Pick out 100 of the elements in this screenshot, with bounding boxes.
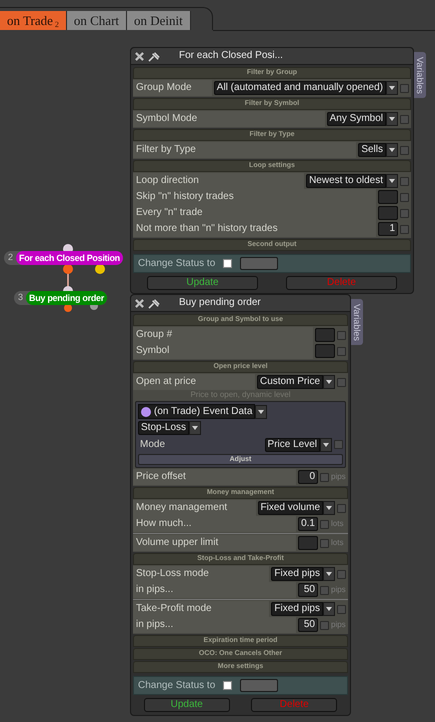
checkbox[interactable] xyxy=(400,146,409,154)
update-button[interactable]: Update xyxy=(144,698,230,712)
input-field[interactable]: 50 xyxy=(298,583,318,597)
checkbox[interactable] xyxy=(337,504,346,512)
node-number: 3 xyxy=(18,291,24,304)
node-label: For each Closed Position xyxy=(16,251,123,265)
select-field[interactable]: Fixed pips xyxy=(271,567,323,581)
checkbox[interactable] xyxy=(320,586,329,594)
caret-icon xyxy=(192,426,198,430)
checkbox[interactable] xyxy=(400,84,409,92)
checkbox[interactable] xyxy=(337,330,346,340)
field-label: Group # xyxy=(133,327,313,343)
field-label: Group Mode xyxy=(133,80,212,96)
checkbox[interactable] xyxy=(400,192,409,202)
input-field[interactable] xyxy=(315,328,335,342)
pin-icon[interactable] xyxy=(148,50,161,62)
input-port-icon[interactable] xyxy=(63,286,73,291)
dropdown-button[interactable] xyxy=(386,112,398,126)
field-label: Open at price xyxy=(133,374,255,390)
caret-icon xyxy=(323,442,329,446)
select-field[interactable]: Custom Price xyxy=(256,375,323,389)
window-side-tab[interactable]: Variables xyxy=(351,299,363,345)
checkbox[interactable] xyxy=(400,176,409,186)
field-label: Filter by Type xyxy=(133,142,356,158)
dropdown-button[interactable] xyxy=(323,567,335,581)
pin-icon[interactable] xyxy=(148,298,161,308)
input-field[interactable]: 0.1 xyxy=(298,517,318,531)
field-label: Take-Profit mode xyxy=(133,601,270,617)
checkbox[interactable] xyxy=(320,520,329,528)
dropdown-button[interactable] xyxy=(386,174,398,188)
close-icon[interactable] xyxy=(135,298,144,308)
dropdown-button[interactable] xyxy=(386,143,398,157)
status-checkbox[interactable] xyxy=(223,259,232,268)
dropdown-button[interactable] xyxy=(323,375,335,389)
status-color-field[interactable] xyxy=(240,679,278,692)
output-port-icon[interactable] xyxy=(95,264,105,274)
caret-icon xyxy=(389,148,395,152)
field-label: Money management xyxy=(133,500,256,516)
status-checkbox[interactable] xyxy=(223,681,232,690)
input-field[interactable]: 1 xyxy=(378,222,398,236)
tab[interactable]: on Deinit xyxy=(127,11,191,30)
checkbox[interactable] xyxy=(337,570,346,578)
checkbox[interactable] xyxy=(320,472,329,482)
window-side-tab[interactable]: Variables xyxy=(414,52,426,98)
select-field[interactable]: Fixed volume xyxy=(258,501,323,515)
caret-icon xyxy=(389,179,395,183)
dropdown-button[interactable] xyxy=(323,501,335,515)
field-label: Symbol Mode xyxy=(133,111,325,127)
checkbox[interactable] xyxy=(320,620,329,630)
input-field[interactable] xyxy=(298,536,318,550)
node-label: Buy pending order xyxy=(26,291,107,305)
dropdown-button[interactable] xyxy=(320,438,332,452)
select-field[interactable]: Price Level xyxy=(264,438,320,452)
input-port-icon[interactable] xyxy=(63,244,73,251)
select-field[interactable]: Stop-Loss xyxy=(138,421,190,435)
tab[interactable]: on Trade$_{2}$ xyxy=(0,11,67,30)
input-field[interactable] xyxy=(315,344,335,358)
checkbox[interactable] xyxy=(334,440,343,449)
field-label: Symbol xyxy=(133,343,313,359)
select-field[interactable]: (on Trade) Event Data xyxy=(138,404,256,419)
field-label: in pips... xyxy=(133,617,296,633)
tab[interactable]: on Chart xyxy=(66,11,128,30)
select-field[interactable]: Sells xyxy=(358,143,386,157)
status-label: Change Status to xyxy=(138,680,216,692)
field-label: Every "n" trade xyxy=(133,205,376,221)
checkbox[interactable] xyxy=(400,114,409,124)
select-field[interactable]: Any Symbol xyxy=(326,112,386,126)
caret-icon xyxy=(326,506,332,510)
checkbox[interactable] xyxy=(337,378,346,386)
field-label: Mode xyxy=(139,438,166,450)
checkbox[interactable] xyxy=(320,538,329,548)
close-icon[interactable] xyxy=(135,52,144,60)
dropdown-button[interactable] xyxy=(323,602,335,616)
input-field[interactable]: 0 xyxy=(298,470,318,484)
caret-icon xyxy=(258,410,264,414)
flow-node[interactable]: 3 Buy pending order xyxy=(14,291,107,305)
output-port-icon[interactable] xyxy=(63,264,73,274)
dropdown-button[interactable] xyxy=(189,421,202,435)
status-color-field[interactable] xyxy=(240,257,278,270)
output-port-icon[interactable] xyxy=(64,304,72,312)
update-button[interactable]: Update xyxy=(146,276,258,290)
checkbox[interactable] xyxy=(400,224,409,234)
select-field[interactable]: Newest to oldest xyxy=(306,174,386,188)
input-field[interactable] xyxy=(378,190,398,204)
checkbox[interactable] xyxy=(337,604,346,614)
checkbox[interactable] xyxy=(400,208,409,218)
select-field[interactable]: All (automated and manually opened) xyxy=(214,81,386,95)
field-label: Not more than "n" history trades xyxy=(133,221,376,237)
flow-node[interactable]: 2 For each Closed Position xyxy=(4,251,123,265)
input-field[interactable] xyxy=(378,206,398,220)
select-field[interactable]: Fixed pips xyxy=(271,602,323,616)
checkbox[interactable] xyxy=(337,346,346,356)
window-title: Buy pending order xyxy=(179,297,261,309)
field-label: Stop-Loss mode xyxy=(133,566,270,582)
field-label: in pips... xyxy=(133,582,296,598)
dropdown-button[interactable] xyxy=(255,404,268,418)
input-field[interactable]: 50 xyxy=(298,618,318,632)
field-label: Price offset xyxy=(133,469,296,485)
dropdown-button[interactable] xyxy=(386,81,398,95)
field-label: Volume upper limit xyxy=(133,535,296,551)
